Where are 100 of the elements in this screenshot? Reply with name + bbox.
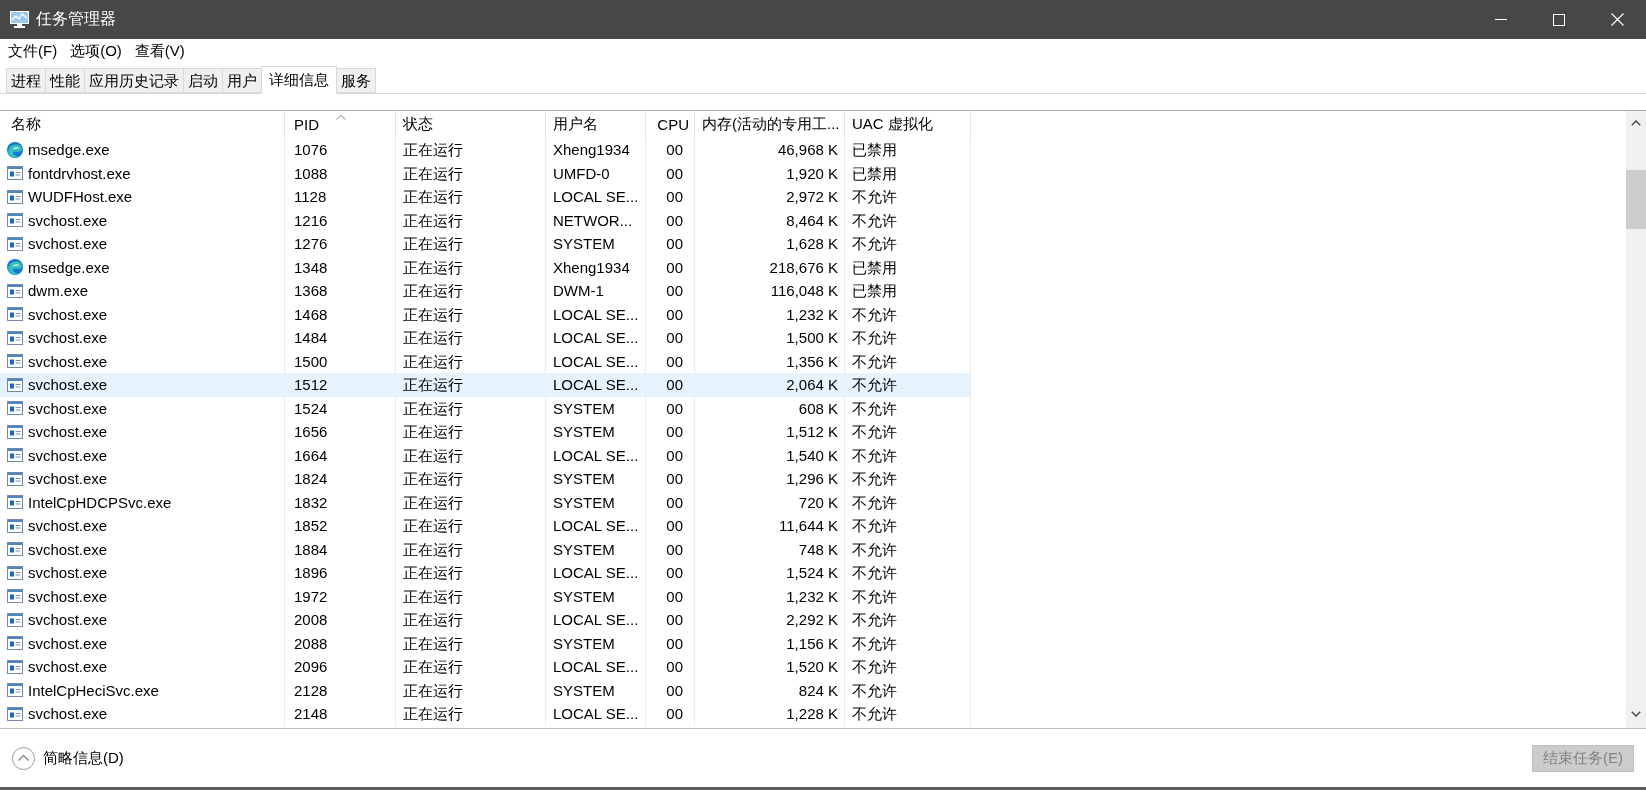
table-cell: 2128 bbox=[285, 678, 396, 702]
window-icon bbox=[7, 588, 23, 605]
table-cell: LOCAL SE... bbox=[546, 443, 646, 467]
table-row[interactable]: svchost.exe 1276 正在运行 SYSTEM 00 1,628 K 不允许 bbox=[0, 232, 971, 256]
window-icon bbox=[7, 165, 23, 182]
table-cell: 正在运行 bbox=[396, 702, 546, 726]
tab[interactable]: 用户 bbox=[222, 68, 262, 93]
table-cell: 218,676 K bbox=[695, 255, 845, 279]
table-cell: 正在运行 bbox=[396, 608, 546, 632]
window-icon bbox=[7, 329, 23, 346]
table-cell: 不允许 bbox=[845, 185, 971, 209]
table-cell: 1852 bbox=[285, 514, 396, 538]
table-cell: 正在运行 bbox=[396, 678, 546, 702]
process-name: msedge.exe bbox=[28, 257, 110, 278]
table-cell: 不允许 bbox=[845, 561, 971, 585]
window-icon bbox=[7, 541, 23, 558]
table-cell: 不允许 bbox=[845, 326, 971, 350]
table-cell: 1972 bbox=[285, 584, 396, 608]
table-cell: 00 bbox=[646, 302, 695, 326]
table-cell: 00 bbox=[646, 279, 695, 303]
table-cell: 正在运行 bbox=[396, 185, 546, 209]
scroll-thumb[interactable] bbox=[1626, 170, 1646, 229]
table-row[interactable]: svchost.exe 1468 正在运行 LOCAL SE... 00 1,232 K 不允许 bbox=[0, 302, 971, 326]
table-row[interactable]: svchost.exe 2096 正在运行 LOCAL SE... 00 1,520 K 不允许 bbox=[0, 655, 971, 679]
table-cell: 2008 bbox=[285, 608, 396, 632]
table-cell: 正在运行 bbox=[396, 232, 546, 256]
window-icon bbox=[7, 705, 23, 722]
table-cell: SYSTEM bbox=[546, 678, 646, 702]
table-row[interactable]: WUDFHost.exe 1128 正在运行 LOCAL SE... 00 2,972 K 不允许 bbox=[0, 185, 971, 209]
process-name: svchost.exe bbox=[28, 586, 108, 607]
table-cell: 1,296 K bbox=[695, 467, 845, 491]
table-cell: 1832 bbox=[285, 490, 396, 514]
tab[interactable]: 应用历史记录 bbox=[84, 68, 184, 93]
tab[interactable]: 启动 bbox=[183, 68, 223, 93]
table-row[interactable]: svchost.exe 1896 正在运行 LOCAL SE... 00 1,524 K 不允许 bbox=[0, 561, 971, 585]
process-name: svchost.exe bbox=[28, 304, 108, 325]
process-name: svchost.exe bbox=[28, 445, 108, 466]
process-name: svchost.exe bbox=[28, 633, 108, 654]
table-row[interactable]: svchost.exe 1216 正在运行 NETWOR... 00 8,464 K 不允许 bbox=[0, 208, 971, 232]
table-row[interactable]: svchost.exe 1884 正在运行 SYSTEM 00 748 K 不允许 bbox=[0, 537, 971, 561]
process-name: svchost.exe bbox=[28, 234, 108, 254]
table-row[interactable]: svchost.exe 1484 正在运行 LOCAL SE... 00 1,500 K 不允许 bbox=[0, 326, 971, 350]
table-row[interactable]: svchost.exe 1852 正在运行 LOCAL SE... 00 11,644 K 不允许 bbox=[0, 514, 971, 538]
table-cell: LOCAL SE... bbox=[546, 608, 646, 632]
table-row[interactable]: msedge.exe 1076 正在运行 Xheng1934 00 46,968 K 已禁用 bbox=[0, 138, 971, 162]
table-cell: 1,920 K bbox=[695, 161, 845, 185]
table-cell: LOCAL SE... bbox=[546, 561, 646, 585]
table-row[interactable]: svchost.exe 1664 正在运行 LOCAL SE... 00 1,540 K 不允许 bbox=[0, 443, 971, 467]
table-cell: SYSTEM bbox=[546, 396, 646, 420]
table-row[interactable]: svchost.exe 1512 正在运行 LOCAL SE... 00 2,064 K 不允许 bbox=[0, 373, 971, 397]
table-cell: 00 bbox=[646, 185, 695, 209]
window-icon bbox=[7, 400, 23, 417]
table-cell: 正在运行 bbox=[396, 514, 546, 538]
table-row[interactable]: IntelCpHDCPSvc.exe 1832 正在运行 SYSTEM 00 720 K 不允许 bbox=[0, 490, 971, 514]
monitor-chart-icon bbox=[10, 11, 29, 28]
table-cell: 不允许 bbox=[845, 655, 971, 679]
table-row[interactable]: fontdrvhost.exe 1088 正在运行 UMFD-0 00 1,920 K 已禁用 bbox=[0, 161, 971, 185]
window-icon bbox=[7, 235, 23, 252]
menu-item[interactable]: 选项(O) bbox=[64, 40, 128, 62]
table-cell: 已禁用 bbox=[845, 279, 971, 303]
table-cell: SYSTEM bbox=[546, 631, 646, 655]
table-cell: 不允许 bbox=[845, 608, 971, 632]
table-cell: DWM-1 bbox=[546, 279, 646, 303]
table-cell: 不允许 bbox=[845, 584, 971, 608]
tab[interactable]: 进程 bbox=[6, 68, 46, 93]
table-row[interactable]: svchost.exe 1824 正在运行 SYSTEM 00 1,296 K 不允许 bbox=[0, 467, 971, 491]
scroll-down-icon[interactable] bbox=[1631, 711, 1641, 717]
table-cell: 00 bbox=[646, 232, 695, 256]
process-name: svchost.exe bbox=[28, 210, 108, 231]
table-cell: 8,464 K bbox=[695, 208, 845, 232]
menu-item[interactable]: 文件(F) bbox=[2, 40, 64, 62]
table-row[interactable]: svchost.exe 2148 正在运行 LOCAL SE... 00 1,228 K 不允许 bbox=[0, 702, 971, 726]
window-title: 任务管理器 bbox=[36, 9, 116, 29]
table-cell: 已禁用 bbox=[845, 138, 971, 162]
table-cell: 00 bbox=[646, 467, 695, 491]
table-cell: 1484 bbox=[285, 326, 396, 350]
table-cell: 00 bbox=[646, 420, 695, 444]
table-row[interactable]: svchost.exe 1524 正在运行 SYSTEM 00 608 K 不允许 bbox=[0, 396, 971, 420]
tab[interactable]: 性能 bbox=[45, 68, 85, 93]
table-cell: 正在运行 bbox=[396, 326, 546, 350]
table-cell: 不允许 bbox=[845, 490, 971, 514]
window-icon bbox=[7, 635, 23, 652]
tab[interactable]: 详细信息 bbox=[261, 66, 337, 94]
table-row[interactable]: dwm.exe 1368 正在运行 DWM-1 00 116,048 K 已禁用 bbox=[0, 279, 971, 303]
table-cell: Xheng1934 bbox=[546, 255, 646, 279]
table-cell: 748 K bbox=[695, 537, 845, 561]
table-cell: 2,064 K bbox=[695, 373, 845, 397]
table-row[interactable]: svchost.exe 2008 正在运行 LOCAL SE... 00 2,292 K 不允许 bbox=[0, 608, 971, 632]
table-row[interactable]: svchost.exe 1972 正在运行 SYSTEM 00 1,232 K 不允许 bbox=[0, 584, 971, 608]
details-toggle[interactable]: 简略信息(D) bbox=[12, 746, 124, 770]
table-row[interactable]: svchost.exe 2088 正在运行 SYSTEM 00 1,156 K 不允许 bbox=[0, 631, 971, 655]
table-cell: 00 bbox=[646, 326, 695, 350]
table-row[interactable]: msedge.exe 1348 正在运行 Xheng1934 00 218,676 K 已禁用 bbox=[0, 255, 971, 279]
scroll-up-icon[interactable] bbox=[1631, 120, 1641, 126]
table-row[interactable]: svchost.exe 1656 正在运行 SYSTEM 00 1,512 K 不允许 bbox=[0, 420, 971, 444]
window-icon bbox=[7, 470, 23, 487]
table-row[interactable]: IntelCpHeciSvc.exe 2128 正在运行 SYSTEM 00 824 K 不允许 bbox=[0, 678, 971, 702]
tab[interactable]: 服务 bbox=[336, 68, 376, 93]
table-cell: LOCAL SE... bbox=[546, 302, 646, 326]
menu-item[interactable]: 查看(V) bbox=[128, 40, 191, 62]
